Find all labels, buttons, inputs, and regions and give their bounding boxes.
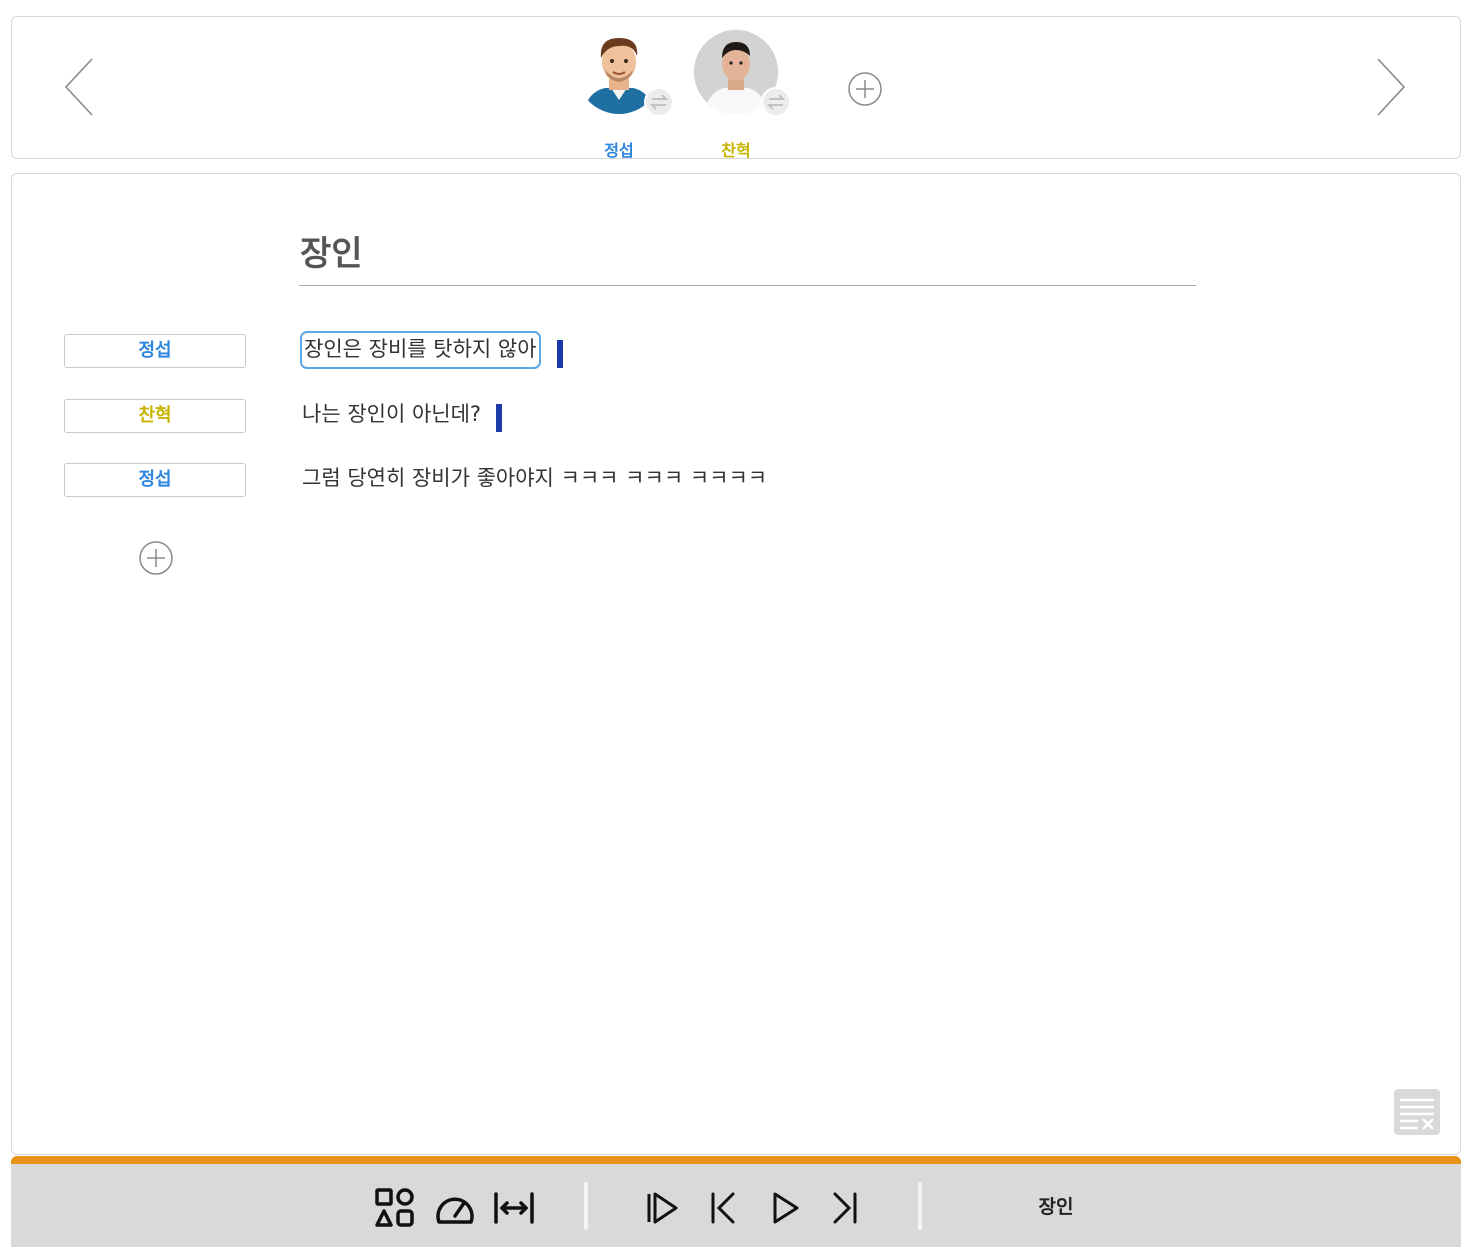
line-speaker-button[interactable]: 정섭 xyxy=(64,463,246,497)
line-text-input[interactable]: 장인은 장비를 탓하지 않아 xyxy=(300,331,541,369)
play-icon[interactable] xyxy=(763,1186,807,1230)
toolbar-separator xyxy=(584,1182,588,1230)
line-speaker-button[interactable]: 찬혁 xyxy=(64,399,246,433)
line-text-input[interactable]: 그럼 당연히 장비가 좋아야지 ㅋㅋㅋ ㅋㅋㅋ ㅋㅋㅋㅋ xyxy=(300,461,769,499)
playback-toolbar: 장인 xyxy=(11,1156,1461,1247)
cast-member-chanhyeok[interactable]: 찬혁 xyxy=(686,30,791,160)
swap-icon[interactable] xyxy=(761,87,791,117)
line-speaker-button[interactable]: 정섭 xyxy=(64,334,246,368)
script-editor: 장인 정섭 장인은 장비를 탓하지 않아 찬혁 나는 장인이 아닌데? 정섭 그… xyxy=(11,173,1461,1155)
previous-arrow-icon[interactable] xyxy=(62,57,102,119)
swap-icon[interactable] xyxy=(644,87,674,117)
speed-gauge-icon[interactable] xyxy=(433,1186,477,1230)
add-cast-plus-icon[interactable] xyxy=(847,71,883,107)
title-divider xyxy=(299,285,1196,286)
play-from-start-icon[interactable] xyxy=(639,1186,683,1230)
cast-member-jeongseop[interactable]: 정섭 xyxy=(569,30,674,160)
next-arrow-icon[interactable] xyxy=(1370,57,1410,119)
script-title[interactable]: 장인 xyxy=(300,226,363,275)
add-line-plus-icon[interactable] xyxy=(138,540,174,576)
previous-line-icon[interactable] xyxy=(701,1186,745,1230)
line-marker xyxy=(496,404,502,432)
current-script-title: 장인 xyxy=(1038,1196,1074,1218)
fit-width-icon[interactable] xyxy=(492,1186,536,1230)
cast-panel: 정섭 찬혁 xyxy=(11,16,1461,160)
shapes-icon[interactable] xyxy=(373,1186,417,1230)
line-marker xyxy=(557,340,563,368)
clear-list-icon[interactable] xyxy=(1394,1089,1440,1135)
cast-name: 찬혁 xyxy=(721,141,751,160)
cast-name: 정섭 xyxy=(604,141,634,160)
next-line-icon[interactable] xyxy=(823,1186,867,1230)
toolbar-separator xyxy=(918,1182,922,1230)
line-text-input[interactable]: 나는 장인이 아닌데? xyxy=(300,397,483,435)
